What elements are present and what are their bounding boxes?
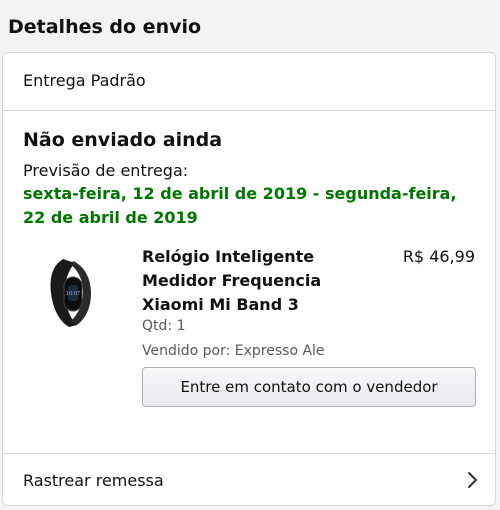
product-title[interactable]: Relógio Inteligente Medidor Frequencia X… (142, 245, 352, 317)
contact-seller-button[interactable]: Entre em contato com o vendedor (142, 367, 476, 407)
delivery-forecast-dates: sexta-feira, 12 de abril de 2019 - segun… (23, 184, 457, 227)
delivery-forecast-label: Previsão de entrega: (23, 161, 189, 180)
delivery-type: Entrega Padrão (23, 71, 146, 90)
product-seller: Vendido por: Expresso Ale (142, 343, 325, 359)
chevron-right-icon (467, 471, 479, 489)
product-price: R$ 46,99 (402, 247, 475, 266)
shipment-status: Não enviado ainda (23, 129, 223, 151)
section-title: Detalhes do envio (8, 16, 202, 38)
smart-band-image[interactable]: 10:07 (43, 255, 101, 331)
divider (3, 110, 495, 111)
track-shipment-row[interactable]: Rastrear remessa (3, 454, 495, 506)
track-shipment-label: Rastrear remessa (23, 471, 164, 490)
shipment-card: Entrega Padrão Não enviado ainda Previsã… (2, 52, 496, 506)
svg-text:10:07: 10:07 (66, 291, 80, 297)
product-quantity: Qtd: 1 (142, 318, 186, 334)
